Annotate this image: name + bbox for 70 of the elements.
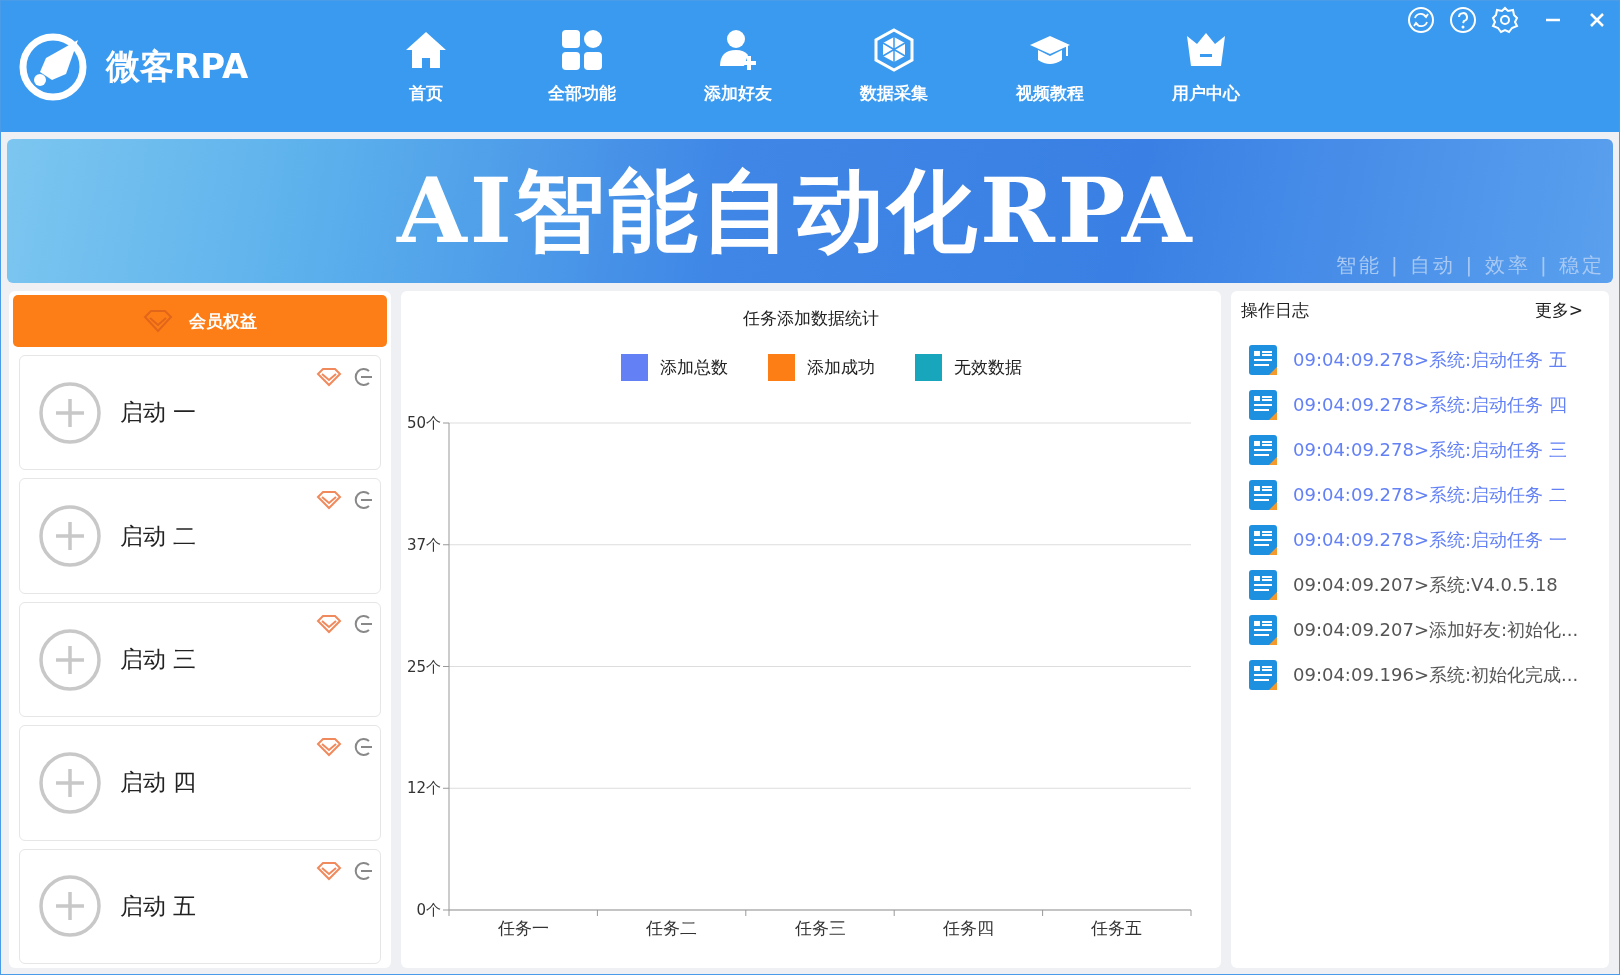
app-title: 微客RPA bbox=[106, 44, 249, 88]
log-entry: 09:04:09.207>添加好友:初始化... bbox=[1293, 618, 1579, 642]
document-icon bbox=[1249, 345, 1277, 375]
log-entry: 09:04:09.278>系统:启动任务 三 bbox=[1293, 438, 1567, 462]
logout-icon[interactable] bbox=[352, 366, 374, 388]
document-icon bbox=[1249, 660, 1277, 690]
task-label: 启动 二 bbox=[120, 521, 197, 551]
diamond-icon[interactable] bbox=[316, 367, 342, 387]
x-tick-label: 任务三 bbox=[794, 918, 846, 938]
document-icon bbox=[1249, 525, 1277, 555]
task-label: 启动 五 bbox=[120, 891, 197, 921]
log-entry: 09:04:09.278>系统:启动任务 五 bbox=[1293, 348, 1567, 372]
diamond-icon bbox=[143, 309, 173, 333]
minimize-icon[interactable] bbox=[1543, 17, 1563, 23]
document-icon bbox=[1249, 615, 1277, 645]
nav-button[interactable]: 用户中心 bbox=[1128, 28, 1284, 105]
refresh-icon[interactable] bbox=[1407, 6, 1435, 34]
log-entry: 09:04:09.278>系统:启动任务 一 bbox=[1293, 528, 1567, 552]
nav-button[interactable]: 数据采集 bbox=[816, 28, 972, 105]
add-icon[interactable] bbox=[38, 380, 102, 445]
y-tick-label: 50个 bbox=[406, 414, 441, 432]
legend-label: 添加总数 bbox=[659, 356, 728, 379]
add-icon[interactable] bbox=[38, 874, 102, 939]
nav-button[interactable]: 全部功能 bbox=[504, 28, 660, 105]
logout-icon[interactable] bbox=[352, 489, 374, 512]
add-icon[interactable] bbox=[38, 627, 102, 692]
chart-title: 任务添加数据统计 bbox=[743, 307, 879, 330]
log-title: 操作日志 bbox=[1241, 299, 1309, 322]
document-icon bbox=[1249, 390, 1277, 420]
task-label: 启动 三 bbox=[120, 645, 197, 674]
log-entry: 09:04:09.196>系统:初始化完成... bbox=[1293, 663, 1579, 687]
log-entry: 09:04:09.207>系统:V4.0.5.18 bbox=[1293, 573, 1558, 597]
legend-label: 添加成功 bbox=[806, 356, 875, 379]
document-icon bbox=[1249, 480, 1277, 510]
log-entry: 09:04:09.278>系统:启动任务 二 bbox=[1293, 483, 1567, 507]
banner-headline: AI智能自动化RPA bbox=[397, 165, 1195, 255]
nav-button[interactable]: 添加好友 bbox=[660, 28, 816, 105]
logout-icon[interactable] bbox=[352, 612, 374, 635]
diamond-icon[interactable] bbox=[316, 613, 342, 634]
diamond-icon[interactable] bbox=[316, 737, 342, 758]
logout-icon[interactable] bbox=[352, 859, 374, 882]
y-tick-label: 25个 bbox=[406, 657, 441, 676]
banner-tagline: 智能 | 自动 | 效率 | 稳定 bbox=[1335, 252, 1605, 279]
document-icon bbox=[1249, 570, 1277, 600]
x-tick-label: 任务五 bbox=[1091, 918, 1143, 938]
document-icon bbox=[1249, 435, 1277, 465]
settings-icon[interactable] bbox=[1491, 6, 1519, 34]
diamond-icon[interactable] bbox=[316, 860, 342, 881]
x-tick-label: 任务四 bbox=[942, 918, 994, 938]
member-benefits-button[interactable]: 会员权益 bbox=[13, 295, 387, 347]
diamond-icon[interactable] bbox=[316, 490, 342, 511]
cube-icon bbox=[872, 28, 916, 72]
task-label: 启动 一 bbox=[120, 398, 197, 428]
grid-icon bbox=[560, 28, 604, 72]
add-icon[interactable] bbox=[38, 750, 102, 815]
add-icon[interactable] bbox=[38, 504, 102, 569]
x-tick-label: 任务二 bbox=[646, 918, 698, 938]
nav-button[interactable]: 视频教程 bbox=[972, 28, 1128, 105]
more-link[interactable]: 更多> bbox=[1534, 299, 1583, 322]
log-entry: 09:04:09.278>系统:启动任务 四 bbox=[1293, 393, 1567, 417]
task-label: 启动 四 bbox=[120, 768, 197, 798]
logo-icon bbox=[18, 31, 88, 102]
help-icon[interactable] bbox=[1449, 6, 1477, 34]
legend-label: 无效数据 bbox=[953, 356, 1022, 379]
y-tick-label: 12个 bbox=[406, 779, 441, 798]
nav-button[interactable]: 首页 bbox=[348, 28, 504, 105]
y-tick-label: 37个 bbox=[406, 535, 441, 554]
logout-icon[interactable] bbox=[352, 736, 374, 759]
y-tick-label: 0个 bbox=[416, 901, 441, 919]
x-tick-label: 任务一 bbox=[497, 918, 549, 938]
